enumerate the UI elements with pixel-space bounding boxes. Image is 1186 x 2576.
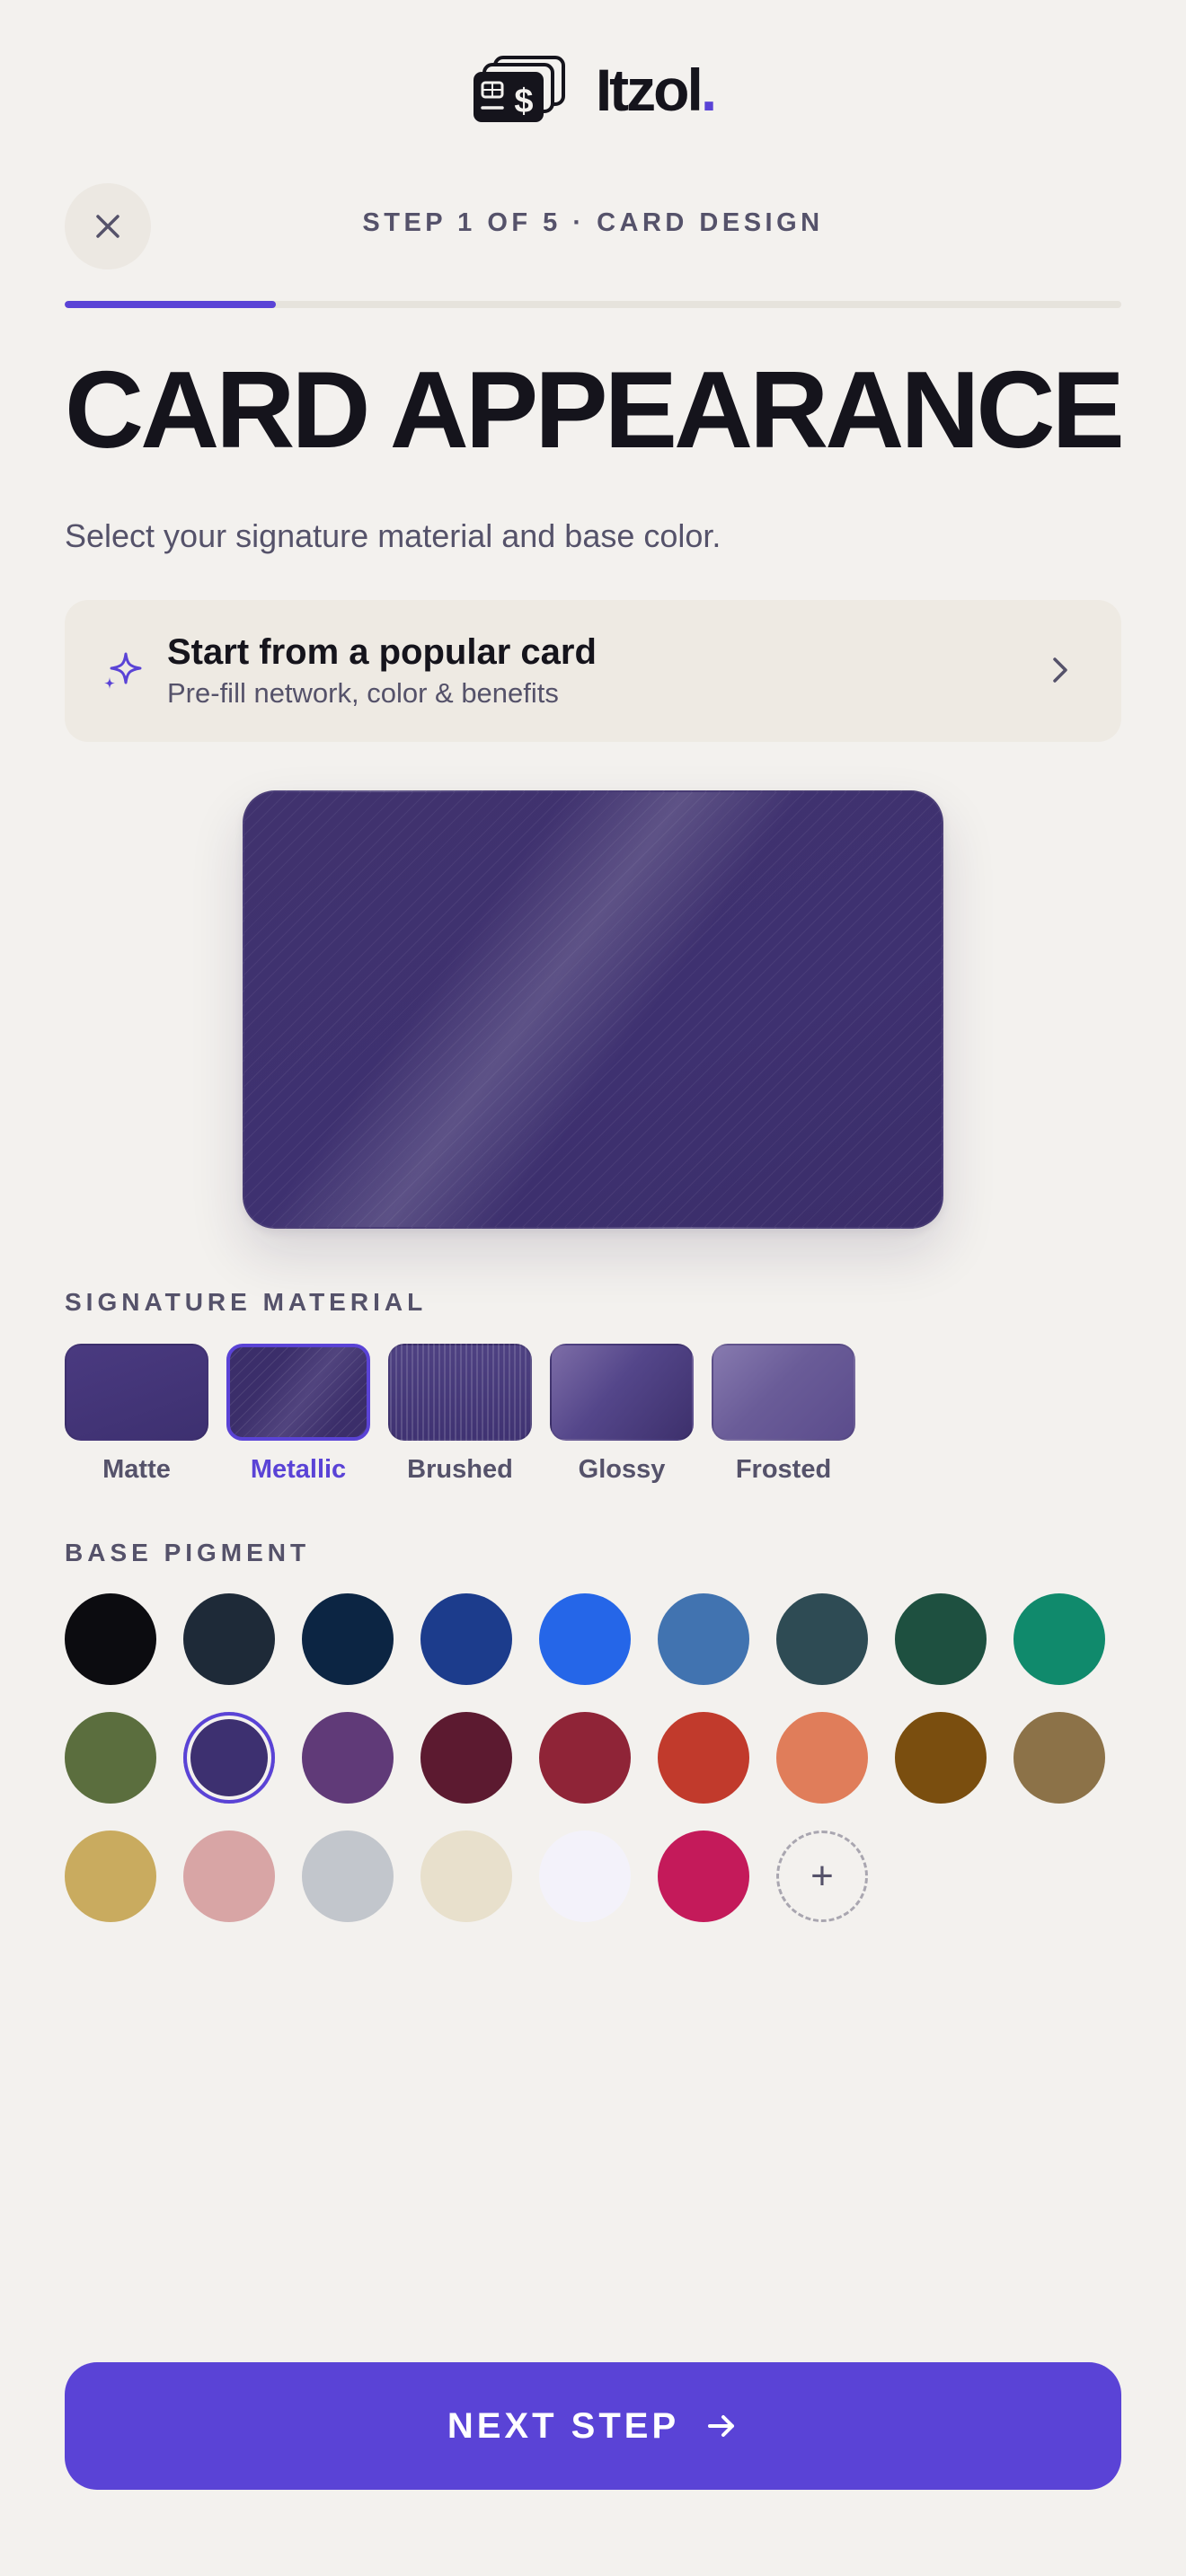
pigment-swatch[interactable]: [183, 1831, 275, 1922]
pigment-swatch[interactable]: [539, 1712, 631, 1804]
pigment-grid: +: [65, 1593, 1105, 1922]
brand-wordmark: Itzol.: [596, 60, 717, 119]
pigment-section-label: BASE PIGMENT: [65, 1539, 311, 1566]
cards-dollar-icon: $: [473, 56, 565, 122]
material-label: Metallic: [250, 1455, 347, 1484]
material-label: Brushed: [407, 1455, 513, 1484]
page-subtitle: Select your signature material and base …: [65, 517, 721, 554]
material-option-brushed[interactable]: Brushed: [388, 1344, 532, 1485]
sparkles-icon: [104, 652, 142, 689]
material-label: Frosted: [735, 1455, 832, 1484]
pigment-swatch[interactable]: [183, 1712, 275, 1804]
material-swatch-brushed: [388, 1344, 532, 1441]
material-label: Matte: [102, 1455, 171, 1484]
svg-text:$: $: [514, 83, 533, 120]
pigment-swatch[interactable]: [1013, 1712, 1105, 1804]
material-section-label: SIGNATURE MATERIAL: [65, 1288, 428, 1316]
material-swatch-glossy: [550, 1344, 694, 1441]
pigment-swatch[interactable]: [776, 1712, 868, 1804]
pigment-swatch[interactable]: [302, 1831, 394, 1922]
pigment-swatch[interactable]: [658, 1831, 749, 1922]
pigment-swatch[interactable]: [1013, 1593, 1105, 1685]
pigment-swatch[interactable]: [658, 1593, 749, 1685]
material-option-frosted[interactable]: Frosted: [712, 1344, 855, 1485]
chevron-right-icon: [1053, 657, 1067, 683]
next-step-label: NEXT STEP: [447, 2405, 680, 2446]
material-option-matte[interactable]: Matte: [65, 1344, 208, 1485]
pigment-swatch[interactable]: [302, 1712, 394, 1804]
pigment-swatch[interactable]: [65, 1593, 156, 1685]
material-swatch-metallic: [226, 1344, 370, 1441]
popular-card-title: Start from a popular card: [167, 632, 597, 672]
progress-bar: [65, 301, 1121, 308]
pigment-swatch[interactable]: [776, 1593, 868, 1685]
arrow-right-icon: [708, 2415, 735, 2437]
step-indicator: STEP 1 OF 5 · CARD DESIGN: [362, 208, 824, 237]
brand-dot: .: [700, 57, 717, 123]
material-swatch-matte: [65, 1344, 208, 1441]
page-title: CARD APPEARANCE: [65, 348, 1125, 471]
pigment-swatch[interactable]: [539, 1593, 631, 1685]
pigment-swatch[interactable]: [420, 1831, 512, 1922]
card-preview: [243, 790, 943, 1229]
material-options: Matte Metallic Brushed Glossy Frosted: [65, 1344, 855, 1485]
pigment-swatch[interactable]: [420, 1593, 512, 1685]
brand-logo: $ Itzol.: [0, 52, 1186, 128]
progress-fill: [65, 301, 277, 308]
popular-card-banner[interactable]: Start from a popular card Pre-fill netwo…: [65, 600, 1121, 742]
brand-name: Itzol: [595, 57, 704, 123]
pigment-swatch[interactable]: [895, 1712, 987, 1804]
material-label: Glossy: [578, 1455, 666, 1484]
pigment-swatch[interactable]: [302, 1593, 394, 1685]
pigment-swatch[interactable]: [65, 1831, 156, 1922]
pigment-swatch[interactable]: [65, 1712, 156, 1804]
pigment-swatch[interactable]: [658, 1712, 749, 1804]
popular-card-subtitle: Pre-fill network, color & benefits: [167, 677, 559, 709]
material-swatch-frosted: [712, 1344, 855, 1441]
add-pigment-button[interactable]: +: [776, 1831, 868, 1922]
pigment-swatch[interactable]: [539, 1831, 631, 1922]
material-option-metallic[interactable]: Metallic: [226, 1344, 370, 1485]
pigment-swatch[interactable]: [183, 1593, 275, 1685]
next-step-button[interactable]: NEXT STEP: [65, 2362, 1121, 2490]
pigment-swatch[interactable]: [420, 1712, 512, 1804]
pigment-swatch[interactable]: [895, 1593, 987, 1685]
material-option-glossy[interactable]: Glossy: [550, 1344, 694, 1485]
